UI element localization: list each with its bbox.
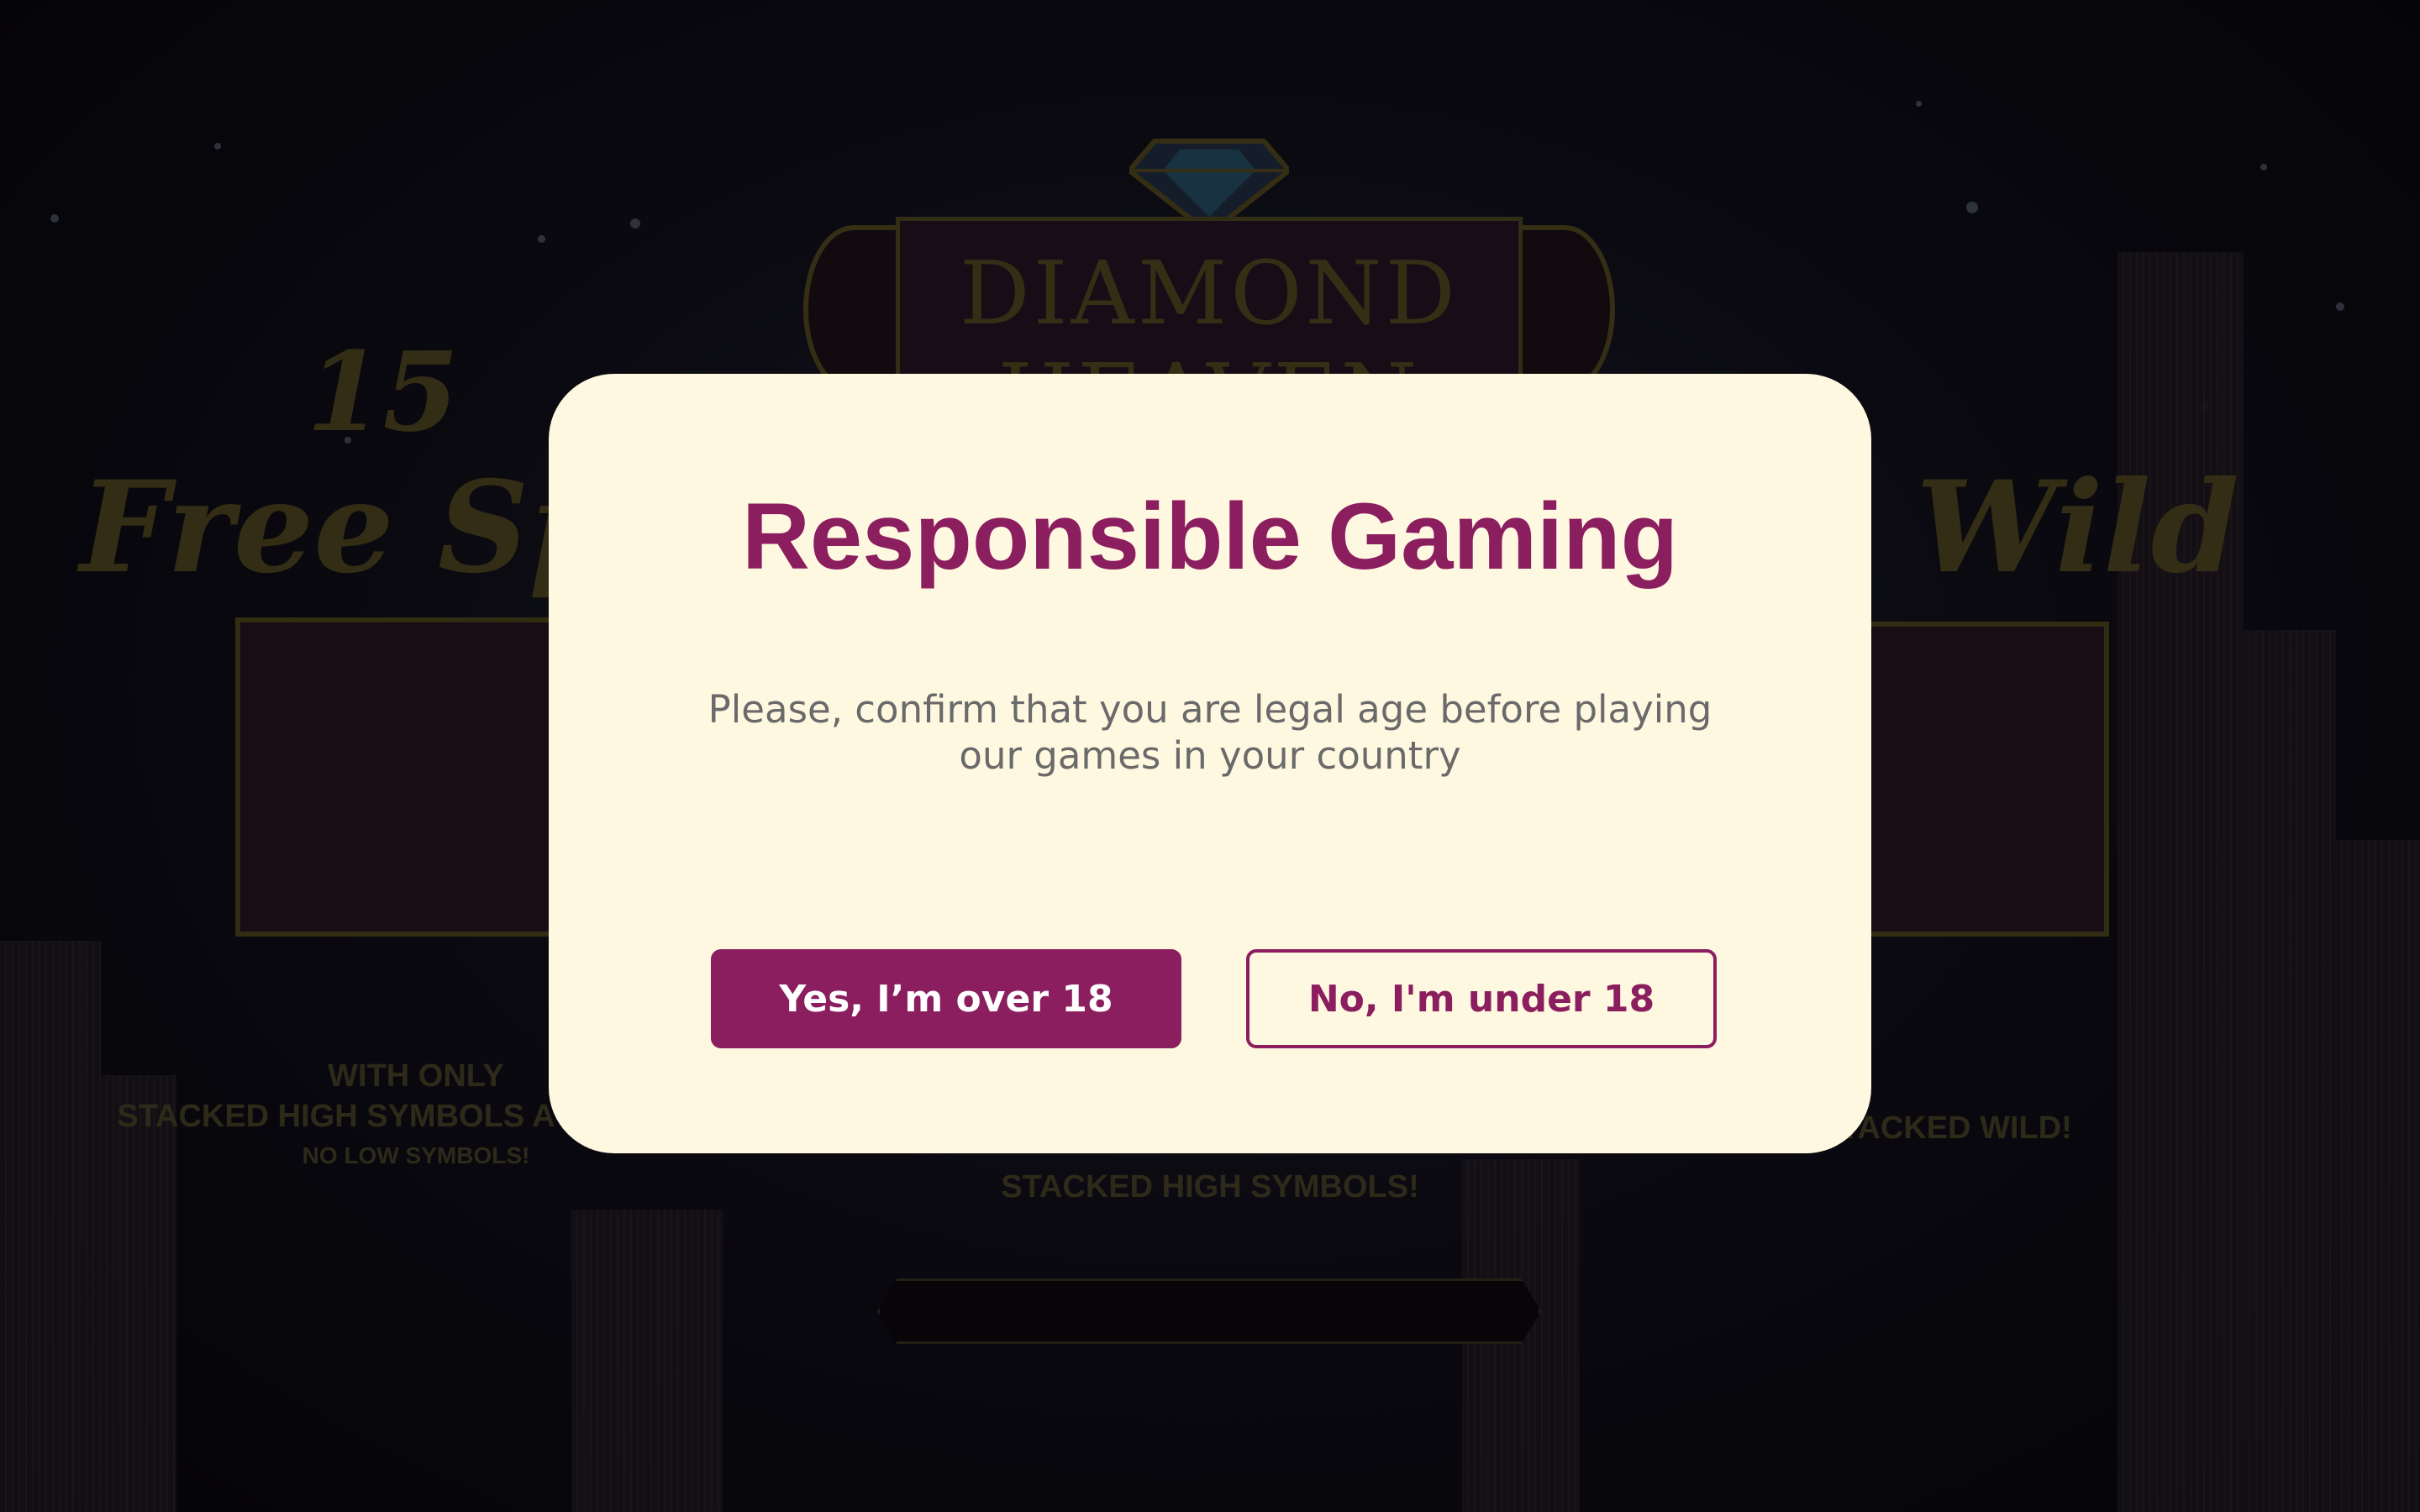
dialog-message: Please, confirm that you are legal age b… [708,687,1712,778]
responsible-gaming-dialog: Responsible Gaming Please, confirm that … [549,374,1871,1153]
under-18-button[interactable]: No, I'm under 18 [1246,949,1717,1048]
dialog-title: Responsible Gaming [742,484,1678,589]
confirm-over-18-button[interactable]: Yes, I’m over 18 [711,949,1181,1048]
game-background: DIAMOND HEAVEN 15 Free Sp WITH ONLY STAC… [0,0,2420,1512]
